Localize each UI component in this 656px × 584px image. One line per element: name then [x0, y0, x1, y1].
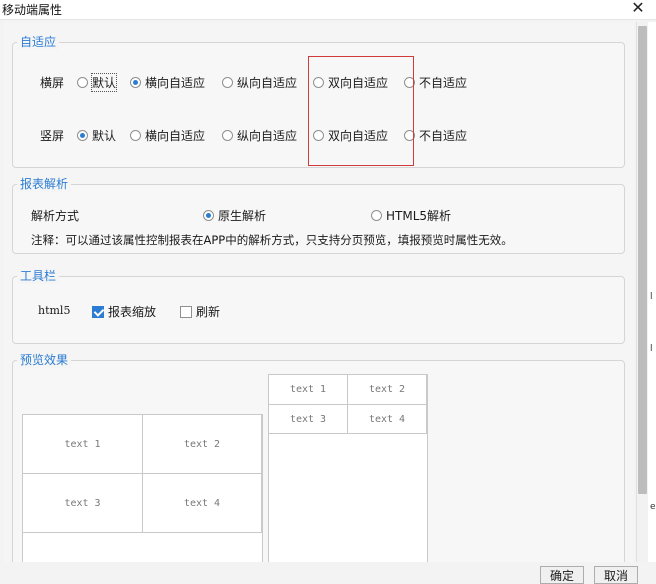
preview-landscape-grid: text 1 text 2 text 3 text 4 [22, 414, 263, 562]
landscape-label: 横屏 [40, 76, 65, 90]
html5-parse-radio[interactable]: HTML5解析 [371, 207, 451, 224]
preview-cell: text 3 [269, 405, 348, 434]
preview-cell: text 2 [348, 375, 427, 405]
checkbox-icon [92, 305, 104, 318]
radio-icon [203, 210, 214, 221]
preview-cell: text 1 [23, 415, 143, 474]
html5-label: html5 [38, 304, 71, 317]
edge-text: l [650, 344, 653, 354]
parse-legend: 报表解析 [17, 176, 72, 192]
ok-button[interactable]: 确定 [540, 566, 584, 584]
background-window-edge: l l e [648, 22, 656, 562]
radio-icon [222, 77, 233, 88]
landscape-horizontal-radio[interactable]: 横向自适应 [130, 74, 205, 91]
adapt-legend: 自适应 [17, 34, 60, 50]
preview-portrait-grid: text 1 text 2 text 3 text 4 [268, 374, 428, 562]
portrait-default-radio[interactable]: 默认 [77, 127, 116, 144]
dialog-content: 自适应 横屏 默认 横向自适应 纵向自适应 双向自适应 不自适应 竖屏 默认 横… [4, 22, 634, 562]
radio-icon [77, 77, 88, 88]
native-parse-radio[interactable]: 原生解析 [203, 207, 266, 224]
preview-cell: text 2 [143, 415, 262, 474]
title-bar: 移动端属性 ✕ [0, 0, 656, 20]
portrait-vertical-radio[interactable]: 纵向自适应 [222, 127, 297, 144]
preview-cell: text 4 [348, 405, 427, 434]
vertical-scrollbar[interactable] [636, 22, 648, 562]
radio-icon [371, 210, 382, 221]
highlight-box [308, 56, 414, 166]
portrait-horizontal-radio[interactable]: 横向自适应 [130, 127, 205, 144]
radio-icon [222, 130, 233, 141]
checkbox-icon [180, 305, 192, 318]
preview-legend: 预览效果 [17, 352, 72, 368]
landscape-default-radio[interactable]: 默认 [77, 73, 118, 92]
portrait-label: 竖屏 [40, 129, 65, 143]
parse-note: 注释：可以通过该属性控制报表在APP中的解析方式，只支持分页预览，填报预览时属性… [31, 233, 513, 247]
radio-icon [130, 130, 141, 141]
edge-text: l [650, 292, 653, 302]
preview-cell: text 3 [23, 474, 143, 533]
zoom-checkbox[interactable]: 报表缩放 [92, 303, 156, 320]
mobile-properties-dialog: 移动端属性 ✕ 自适应 横屏 默认 横向自适应 纵向自适应 双向自适应 不自适应… [0, 0, 656, 584]
radio-icon [77, 130, 88, 141]
preview-cell: text 1 [269, 375, 348, 405]
cancel-button[interactable]: 取消 [594, 566, 638, 584]
close-icon[interactable]: ✕ [630, 0, 646, 17]
toolbar-legend: 工具栏 [17, 268, 60, 284]
edge-text: e [650, 502, 656, 512]
parse-mode-label: 解析方式 [31, 209, 80, 223]
scrollbar-thumb[interactable] [638, 26, 647, 494]
dialog-title: 移动端属性 [2, 3, 63, 17]
radio-icon [130, 77, 141, 88]
landscape-vertical-radio[interactable]: 纵向自适应 [222, 74, 297, 91]
preview-cell: text 4 [143, 474, 262, 533]
refresh-checkbox[interactable]: 刷新 [180, 303, 220, 320]
